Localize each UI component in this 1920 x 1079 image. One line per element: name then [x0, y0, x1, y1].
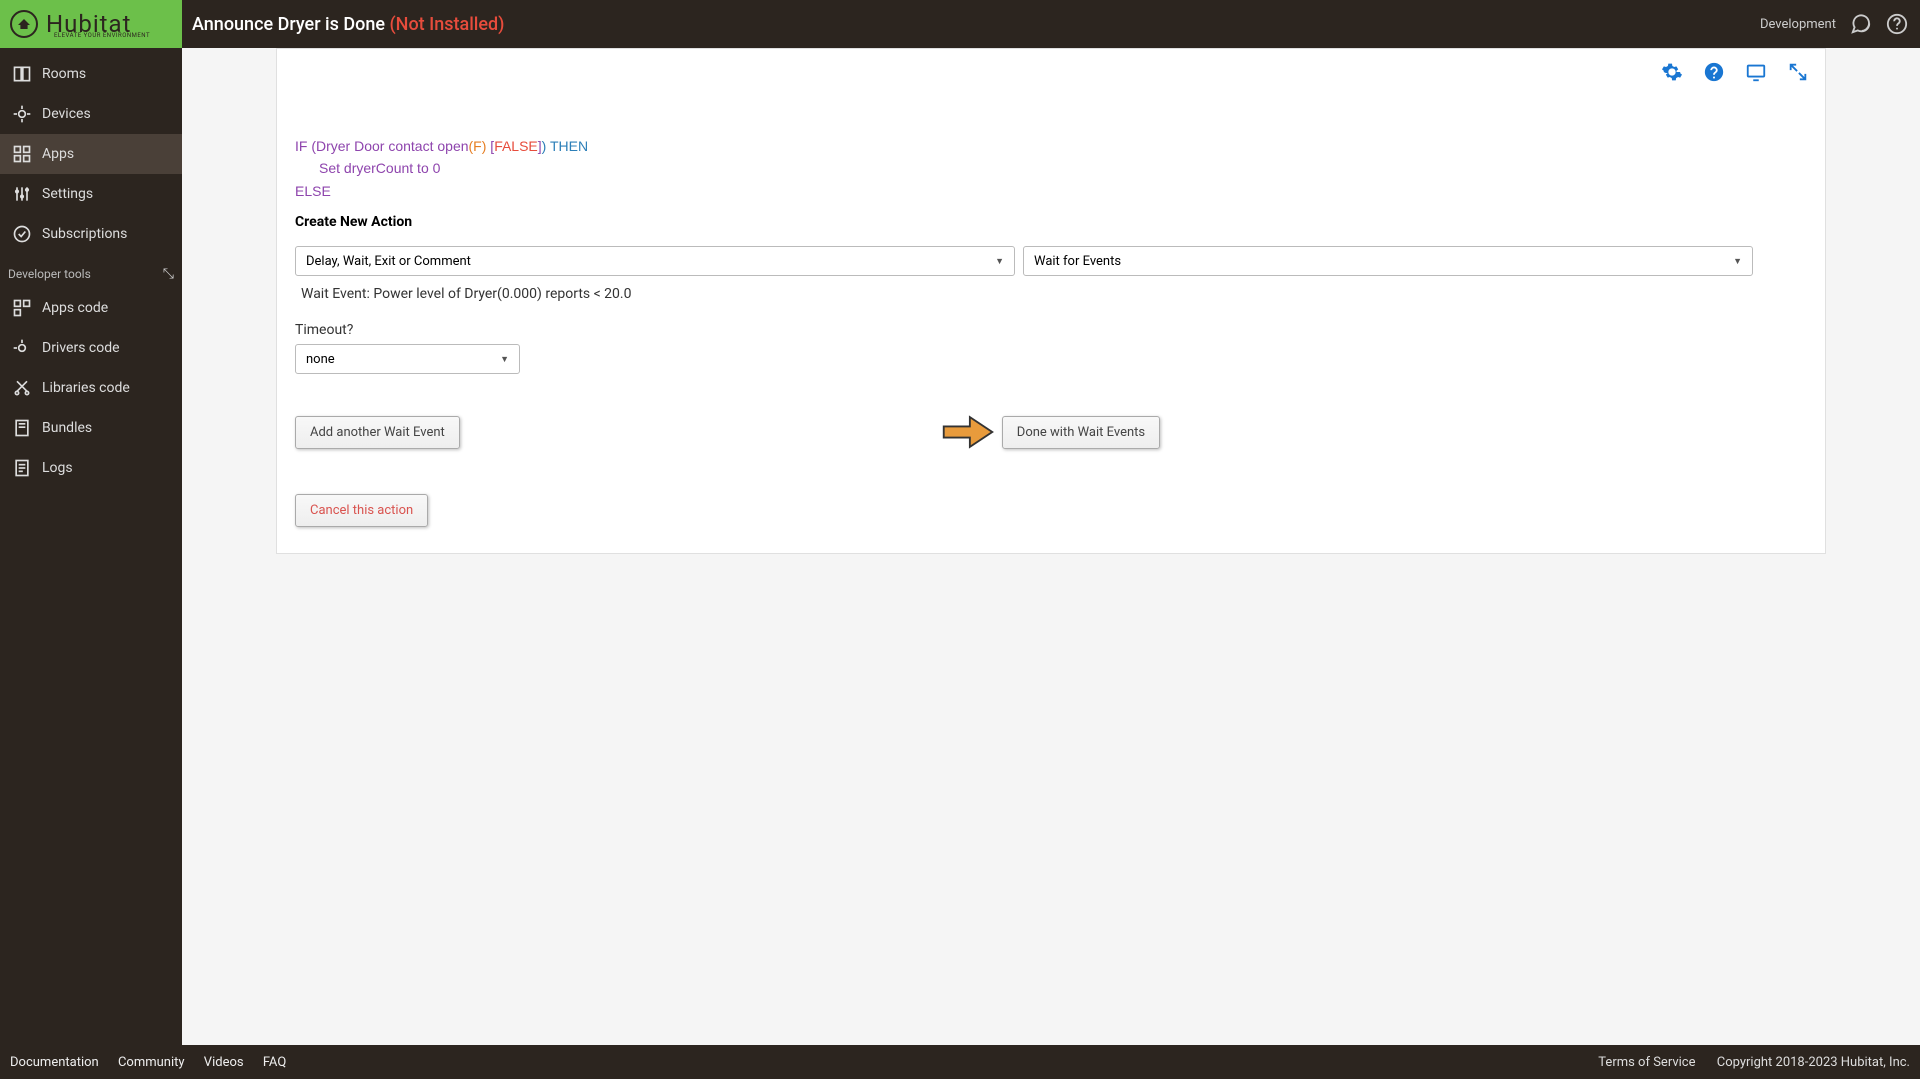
title-suffix: (Not Installed): [389, 14, 504, 35]
sidebar: Rooms Devices Apps Settings Subscription…: [0, 48, 182, 1045]
chat-icon[interactable]: [1850, 13, 1872, 35]
sidebar-item-label: Drivers code: [42, 340, 120, 356]
arrow-annotation-icon: [940, 410, 996, 454]
bundles-icon: [12, 418, 32, 438]
sidebar-item-label: Devices: [42, 106, 91, 122]
footer-link-community[interactable]: Community: [118, 1055, 185, 1070]
rule-display: IF (Dryer Door contact open(F) [FALSE]) …: [295, 135, 1807, 202]
wait-event-summary: Wait Event: Power level of Dryer(0.000) …: [301, 286, 1807, 302]
add-wait-event-button[interactable]: Add another Wait Event: [295, 416, 460, 449]
sidebar-item-rooms[interactable]: Rooms: [0, 54, 182, 94]
sidebar-item-devices[interactable]: Devices: [0, 94, 182, 134]
done-wait-events-button[interactable]: Done with Wait Events: [1002, 416, 1160, 449]
mode-label: Development: [1760, 17, 1836, 32]
gear-icon[interactable]: [1661, 61, 1683, 83]
footer-right: Terms of Service Copyright 2018-2023 Hub…: [1580, 1055, 1910, 1070]
select-value: none: [306, 352, 335, 367]
timeout-label: Timeout?: [295, 322, 1807, 338]
section-label: Developer tools: [8, 267, 91, 281]
cancel-row: Cancel this action: [295, 494, 1807, 527]
rule-card: IF (Dryer Door contact open(F) [FALSE]) …: [276, 48, 1826, 554]
brand-logo[interactable]: Hubitat ELEVATE YOUR ENVIRONMENT: [0, 0, 182, 48]
select-value: Wait for Events: [1034, 254, 1121, 269]
footer-link-videos[interactable]: Videos: [204, 1055, 244, 1070]
help-icon[interactable]: [1886, 13, 1908, 35]
sidebar-item-apps-code[interactable]: Apps code: [0, 288, 182, 328]
sidebar-item-apps[interactable]: Apps: [0, 134, 182, 174]
footer-link-documentation[interactable]: Documentation: [10, 1055, 99, 1070]
footer-link-faq[interactable]: FAQ: [263, 1055, 286, 1070]
sidebar-item-drivers-code[interactable]: Drivers code: [0, 328, 182, 368]
devices-icon: [12, 104, 32, 124]
expand-icon[interactable]: [1787, 61, 1809, 83]
rule-else: ELSE: [295, 180, 1807, 202]
dropdown-row: Delay, Wait, Exit or Comment Wait for Ev…: [295, 246, 1807, 276]
subscriptions-icon: [12, 224, 32, 244]
apps-icon: [12, 144, 32, 164]
sidebar-item-label: Apps: [42, 146, 74, 162]
rule-false: FALSE: [494, 138, 538, 154]
sidebar-item-label: Rooms: [42, 66, 86, 82]
footer-tos[interactable]: Terms of Service: [1598, 1055, 1695, 1070]
sidebar-item-logs[interactable]: Logs: [0, 448, 182, 488]
screen-icon[interactable]: [1745, 61, 1767, 83]
sidebar-item-subscriptions[interactable]: Subscriptions: [0, 214, 182, 254]
settings-icon: [12, 184, 32, 204]
apps-code-icon: [12, 298, 32, 318]
rule-set: Set dryerCount to 0: [295, 157, 1807, 179]
rule-if: IF (Dryer Door contact open: [295, 138, 469, 154]
timeout-select[interactable]: none: [295, 344, 520, 374]
card-toolbar: [1661, 61, 1809, 83]
logo-icon: [10, 10, 38, 38]
footer-copyright: Copyright 2018-2023 Hubitat, Inc.: [1717, 1055, 1910, 1070]
footer-links: Documentation Community Videos FAQ: [10, 1055, 302, 1070]
brand-tagline: ELEVATE YOUR ENVIRONMENT: [54, 32, 150, 39]
rooms-icon: [12, 64, 32, 84]
rule-then: ) THEN: [542, 138, 588, 154]
sidebar-item-label: Apps code: [42, 300, 108, 316]
sidebar-item-label: Bundles: [42, 420, 92, 436]
app-header: Hubitat ELEVATE YOUR ENVIRONMENT Announc…: [0, 0, 1920, 48]
rule-f: (F): [469, 138, 487, 154]
header-right: Development: [1760, 13, 1920, 35]
libraries-code-icon: [12, 378, 32, 398]
sidebar-item-libraries-code[interactable]: Libraries code: [0, 368, 182, 408]
sidebar-item-bundles[interactable]: Bundles: [0, 408, 182, 448]
sidebar-item-label: Subscriptions: [42, 226, 127, 242]
logs-icon: [12, 458, 32, 478]
wait-buttons-row: Add another Wait Event Done with Wait Ev…: [295, 410, 1807, 454]
footer: Documentation Community Videos FAQ Terms…: [0, 1045, 1920, 1079]
drivers-code-icon: [12, 338, 32, 358]
page-title: Announce Dryer is Done (Not Installed): [192, 14, 504, 35]
content-area: IF (Dryer Door contact open(F) [FALSE]) …: [182, 48, 1920, 1045]
sidebar-section-devtools[interactable]: Developer tools ⤡: [0, 254, 182, 288]
help-circle-icon[interactable]: [1703, 61, 1725, 83]
sidebar-item-label: Logs: [42, 460, 73, 476]
action-subtype-select[interactable]: Wait for Events: [1023, 246, 1753, 276]
action-type-select[interactable]: Delay, Wait, Exit or Comment: [295, 246, 1015, 276]
title-text: Announce Dryer is Done: [192, 14, 389, 35]
sidebar-item-settings[interactable]: Settings: [0, 174, 182, 214]
sidebar-item-label: Settings: [42, 186, 93, 202]
cancel-action-button[interactable]: Cancel this action: [295, 494, 428, 527]
sidebar-item-label: Libraries code: [42, 380, 130, 396]
select-value: Delay, Wait, Exit or Comment: [306, 254, 471, 269]
create-action-label: Create New Action: [295, 214, 1807, 230]
collapse-icon: ⤡: [163, 266, 174, 282]
